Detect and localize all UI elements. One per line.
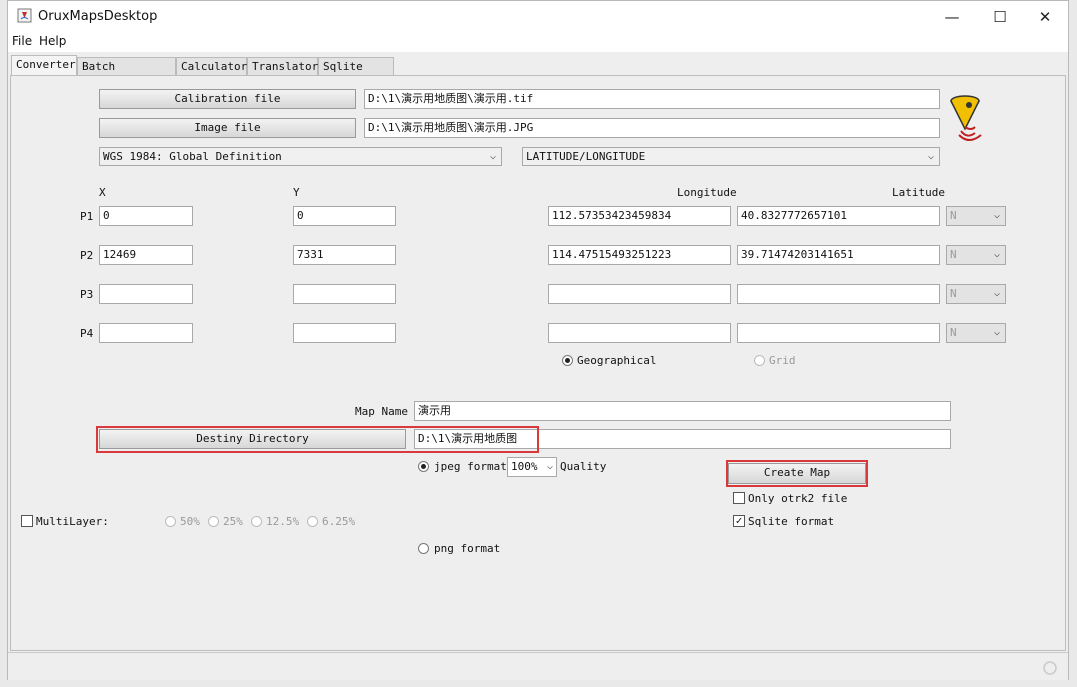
grid-label: Grid <box>769 354 796 367</box>
calibration-file-field[interactable]: D:\1\演示用地质图\演示用.tif <box>364 89 940 109</box>
geographical-label: Geographical <box>577 354 657 367</box>
chevron-down-icon: ⌵ <box>546 461 553 472</box>
map-name-label: Map Name <box>355 405 408 418</box>
create-map-highlight-box <box>726 460 868 487</box>
menu-help[interactable]: Help <box>39 34 66 48</box>
grid-radio[interactable] <box>754 355 765 366</box>
tab-calculator[interactable]: Calculator <box>176 57 247 76</box>
scale-50-label: 50% <box>180 515 200 528</box>
quality-select[interactable]: 100% ⌵ <box>507 457 557 477</box>
sqlite-format-checkbox[interactable]: ✓ <box>733 515 745 527</box>
datum-select[interactable]: WGS 1984: Global Definition ⌵ <box>99 147 502 166</box>
sqlite-format-label: Sqlite format <box>748 515 835 528</box>
app-icon <box>17 8 32 23</box>
image-file-button[interactable]: Image file <box>99 118 356 138</box>
window-title: OruxMapsDesktop <box>38 9 158 24</box>
point-label: P1 <box>80 210 94 223</box>
tab-batch-converter[interactable]: Batch Converter <box>77 57 176 91</box>
app-window: OruxMapsDesktop — ☐ ✕ File Help Converte… <box>7 0 1069 680</box>
tab-sqlite[interactable]: Sqlite 0101 <box>318 57 394 91</box>
coord-format-value: LATITUDE/LONGITUDE <box>526 150 646 163</box>
menu-file[interactable]: File <box>12 34 32 48</box>
y-header: Y <box>293 186 300 199</box>
multilayer-label: MultiLayer: <box>36 515 109 528</box>
scale-25-label: 25% <box>223 515 243 528</box>
menu-bar: File Help <box>8 32 1068 52</box>
tab-bar: Converter Batch Converter Calculator Tra… <box>8 54 1068 91</box>
p2-latitude-field[interactable]: 39.71474203141651 <box>737 245 940 265</box>
jpeg-format-label: jpeg format <box>434 460 507 473</box>
hemisphere-value: N <box>950 287 957 300</box>
quality-label: Quality <box>560 460 607 473</box>
check-icon: ✓ <box>735 514 743 527</box>
png-format-label: png format <box>434 542 501 555</box>
p4-y-field[interactable] <box>293 323 396 343</box>
status-bar <box>8 652 1068 680</box>
funnel-logo-icon <box>950 95 982 141</box>
hemisphere-value: N <box>950 209 957 222</box>
p1-x-field[interactable]: 0 <box>99 206 193 226</box>
p3-latitude-field[interactable] <box>737 284 940 304</box>
map-name-field[interactable]: 演示用 <box>414 401 951 421</box>
title-bar: OruxMapsDesktop — ☐ ✕ <box>8 1 1068 32</box>
scale-6-25-radio[interactable] <box>307 516 318 527</box>
chevron-down-icon: ⌵ <box>489 151 496 162</box>
p1-latitude-field[interactable]: 40.8327772657101 <box>737 206 940 226</box>
latitude-header: Latitude <box>892 186 945 199</box>
chevron-down-icon: ⌵ <box>993 210 1000 221</box>
p2-y-field[interactable]: 7331 <box>293 245 396 265</box>
scale-12-5-radio[interactable] <box>251 516 262 527</box>
multilayer-checkbox[interactable] <box>21 515 33 527</box>
x-header: X <box>99 186 106 199</box>
converter-panel: Calibration file D:\1\演示用地质图\演示用.tif Ima… <box>10 75 1066 651</box>
p4-longitude-field[interactable] <box>548 323 731 343</box>
p4-hemisphere-select[interactable]: N ⌵ <box>946 323 1006 343</box>
chevron-down-icon: ⌵ <box>993 249 1000 260</box>
p3-longitude-field[interactable] <box>548 284 731 304</box>
p3-hemisphere-select[interactable]: N ⌵ <box>946 284 1006 304</box>
quality-value: 100% <box>511 460 538 473</box>
only-otrk2-label: Only otrk2 file <box>748 492 848 505</box>
p2-longitude-field[interactable]: 114.47515493251223 <box>548 245 731 265</box>
scale-25-radio[interactable] <box>208 516 219 527</box>
geographical-radio[interactable] <box>562 355 573 366</box>
destiny-highlight-box <box>96 426 539 453</box>
scale-50-radio[interactable] <box>165 516 176 527</box>
image-file-field[interactable]: D:\1\演示用地质图\演示用.JPG <box>364 118 940 138</box>
point-label: P2 <box>80 249 94 262</box>
only-otrk2-checkbox[interactable] <box>733 492 745 504</box>
tab-converter[interactable]: Converter <box>11 55 77 76</box>
calibration-file-button[interactable]: Calibration file <box>99 89 356 109</box>
p4-latitude-field[interactable] <box>737 323 940 343</box>
jpeg-format-radio[interactable] <box>418 461 429 472</box>
datum-select-value: WGS 1984: Global Definition <box>103 150 282 163</box>
scale-6-25-label: 6.25% <box>322 515 356 528</box>
p1-longitude-field[interactable]: 112.57353423459834 <box>548 206 731 226</box>
coord-format-select[interactable]: LATITUDE/LONGITUDE ⌵ <box>522 147 940 166</box>
chevron-down-icon: ⌵ <box>993 327 1000 338</box>
tab-translator[interactable]: Translator <box>247 57 318 76</box>
busy-indicator-icon <box>1043 661 1057 675</box>
p2-x-field[interactable]: 12469 <box>99 245 193 265</box>
p4-x-field[interactable] <box>99 323 193 343</box>
minimize-button[interactable]: — <box>929 1 975 32</box>
p2-hemisphere-select[interactable]: N ⌵ <box>946 245 1006 265</box>
maximize-button[interactable]: ☐ <box>977 1 1023 32</box>
p1-y-field[interactable]: 0 <box>293 206 396 226</box>
p3-y-field[interactable] <box>293 284 396 304</box>
p3-x-field[interactable] <box>99 284 193 304</box>
hemisphere-value: N <box>950 248 957 261</box>
png-format-radio[interactable] <box>418 543 429 554</box>
p1-hemisphere-select[interactable]: N ⌵ <box>946 206 1006 226</box>
point-label: P4 <box>80 327 94 340</box>
close-button[interactable]: ✕ <box>1022 1 1068 32</box>
scale-12-5-label: 12.5% <box>266 515 300 528</box>
chevron-down-icon: ⌵ <box>927 151 934 162</box>
chevron-down-icon: ⌵ <box>993 288 1000 299</box>
hemisphere-value: N <box>950 326 957 339</box>
longitude-header: Longitude <box>677 186 737 199</box>
point-label: P3 <box>80 288 94 301</box>
